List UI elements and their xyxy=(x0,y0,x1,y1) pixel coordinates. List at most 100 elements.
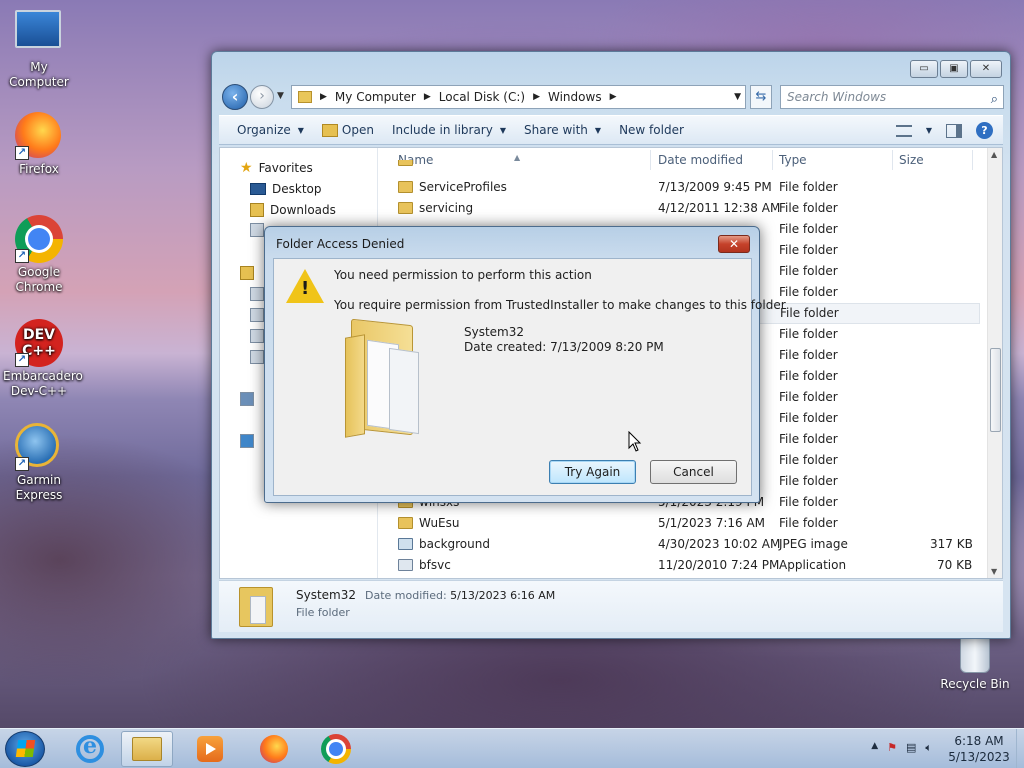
file-type: File folder xyxy=(779,516,838,530)
documents-icon[interactable] xyxy=(250,287,264,301)
libraries-icon[interactable] xyxy=(240,266,254,280)
close-button[interactable]: ✕ xyxy=(970,60,1002,78)
taskbar-windows-explorer[interactable] xyxy=(121,731,173,767)
media-player-icon xyxy=(197,736,223,762)
taskbar-chrome[interactable] xyxy=(310,731,362,767)
table-row[interactable] xyxy=(380,160,980,170)
file-name: servicing xyxy=(419,201,474,215)
details-modified-label: Date modified: xyxy=(365,589,447,602)
file-size: 70 KB xyxy=(937,558,973,572)
dialog-body: ! You need permission to perform this ac… xyxy=(273,258,786,496)
nav-desktop[interactable]: Desktop xyxy=(250,179,322,199)
open-button[interactable]: Open xyxy=(321,123,374,137)
taskbar-internet-explorer[interactable] xyxy=(64,731,116,767)
computer-icon[interactable] xyxy=(240,392,254,406)
recent-pages-dropdown[interactable]: ▼ xyxy=(277,91,284,101)
desktop-icon-devcpp[interactable]: DEV C++ ↗ Embarcadero Dev-C++ xyxy=(0,319,83,399)
table-row[interactable]: WuEsu 5/1/2023 7:16 AM File folder xyxy=(380,513,980,534)
videos-icon[interactable] xyxy=(250,350,264,364)
change-view-icon[interactable] xyxy=(895,124,912,137)
file-name: WuEsu xyxy=(419,516,460,530)
table-row[interactable]: servicing 4/12/2011 12:38 AM File folder xyxy=(380,198,980,219)
dialog-folder-name: System32 xyxy=(464,325,525,339)
scrollbar-thumb[interactable] xyxy=(990,348,1001,432)
music-icon[interactable] xyxy=(250,308,264,322)
cancel-button[interactable]: Cancel xyxy=(650,460,737,484)
try-again-button[interactable]: Try Again xyxy=(549,460,636,484)
share-with-button[interactable]: Share with ▼ xyxy=(524,123,601,137)
address-bar[interactable]: ▶ My Computer ▶ Local Disk (C:) ▶ Window… xyxy=(291,85,746,109)
chevron-right-icon: ▶ xyxy=(609,92,617,102)
search-input[interactable]: Search Windows ⌕ xyxy=(780,85,1004,109)
desktop-icon-label: Google Chrome xyxy=(15,265,63,294)
scroll-down-icon[interactable]: ▼ xyxy=(991,567,997,576)
star-icon: ★ xyxy=(240,160,253,176)
chevron-down-icon[interactable]: ▼ xyxy=(926,126,932,135)
address-row: ‹ › ▼ ▶ My Computer ▶ Local Disk (C:) ▶ … xyxy=(220,84,1004,110)
search-icon[interactable]: ⌕ xyxy=(991,89,998,111)
maximize-button[interactable]: ▣ xyxy=(940,60,968,78)
organize-button[interactable]: Organize ▼ xyxy=(237,123,304,137)
vertical-scrollbar[interactable]: ▲ ▼ xyxy=(987,148,1002,578)
taskbar-firefox[interactable] xyxy=(248,731,300,767)
details-name: System32 xyxy=(296,588,357,602)
back-button[interactable]: ‹ xyxy=(222,84,248,110)
chevron-down-icon: ▼ xyxy=(297,125,304,135)
garmin-icon: ↗ xyxy=(15,423,63,471)
system-tray: ▲ ⚑ ▤ 🔈︎ xyxy=(871,741,932,755)
include-in-library-button[interactable]: Include in library ▼ xyxy=(392,123,506,137)
desktop-icon-label: Firefox xyxy=(19,162,59,176)
file-type: File folder xyxy=(779,180,838,194)
table-row[interactable]: background 4/30/2023 10:02 AM JPEG image… xyxy=(380,534,980,555)
breadcrumb-local-disk[interactable]: Local Disk (C:) xyxy=(439,90,525,104)
desktop-icon-chrome[interactable]: ↗ Google Chrome xyxy=(0,215,78,295)
nav-favorites[interactable]: ★ Favorites xyxy=(240,158,313,178)
preview-pane-icon[interactable] xyxy=(946,123,962,138)
volume-icon[interactable]: 🔈︎ xyxy=(925,741,932,755)
action-center-icon[interactable]: ⚑ xyxy=(887,741,897,755)
file-size: 317 KB xyxy=(930,537,973,551)
clock[interactable]: 6:18 AM 5/13/2023 xyxy=(944,733,1014,765)
network-icon[interactable] xyxy=(240,434,254,448)
breadcrumb-windows[interactable]: Windows xyxy=(548,90,602,104)
file-name: background xyxy=(419,537,490,551)
show-hidden-icons-button[interactable]: ▲ xyxy=(871,741,878,755)
table-row[interactable]: ServiceProfiles 7/13/2009 9:45 PM File f… xyxy=(380,177,980,198)
refresh-button[interactable]: ⇆ xyxy=(750,85,772,109)
show-desktop-button[interactable] xyxy=(1016,729,1024,768)
shortcut-arrow-icon: ↗ xyxy=(15,146,29,160)
start-button[interactable] xyxy=(5,731,45,767)
table-row[interactable]: bfsvc 11/20/2010 7:24 PM Application 70 … xyxy=(380,555,980,576)
desktop-icon-firefox[interactable]: ↗ Firefox xyxy=(0,112,78,177)
scroll-up-icon[interactable]: ▲ xyxy=(991,150,997,159)
address-dropdown[interactable]: ▼ xyxy=(734,92,741,102)
desktop-icon-recycle-bin[interactable]: Recycle Bin xyxy=(940,637,1010,691)
file-type: File folder xyxy=(779,264,838,278)
network-icon[interactable]: ▤ xyxy=(906,741,916,755)
desktop-icon-my-computer[interactable]: My Computer xyxy=(0,10,78,90)
clock-time: 6:18 AM xyxy=(954,734,1004,748)
chevron-right-icon: ▶ xyxy=(320,92,327,102)
nav-label: Downloads xyxy=(270,203,336,217)
recent-places-icon[interactable] xyxy=(250,223,264,237)
pictures-icon[interactable] xyxy=(250,329,264,343)
desktop-icon-label: Garmin Express xyxy=(15,473,63,502)
shortcut-arrow-icon: ↗ xyxy=(15,353,29,367)
desktop-icon-garmin[interactable]: ↗ Garmin Express xyxy=(0,423,78,503)
command-bar: Organize ▼ Open Include in library ▼ Share… xyxy=(219,115,1003,145)
forward-button[interactable]: › xyxy=(250,85,274,109)
help-icon[interactable]: ? xyxy=(976,122,993,139)
desktop-icon-label: Embarcadero Dev-C++ xyxy=(3,369,83,398)
new-folder-button[interactable]: New folder xyxy=(619,123,684,137)
folder-icon xyxy=(132,737,162,761)
minimize-button[interactable]: ▭ xyxy=(910,60,938,78)
chrome-icon: ↗ xyxy=(15,215,63,263)
computer-icon xyxy=(15,10,63,58)
chrome-icon xyxy=(321,734,351,764)
taskbar-media-player[interactable] xyxy=(184,731,236,767)
breadcrumb-my-computer[interactable]: My Computer xyxy=(335,90,416,104)
dialog-close-button[interactable]: ✕ xyxy=(718,235,750,253)
nav-downloads[interactable]: Downloads xyxy=(250,200,336,220)
toolbar-right: ▼ ? xyxy=(895,122,993,139)
file-name: ServiceProfiles xyxy=(419,180,507,194)
